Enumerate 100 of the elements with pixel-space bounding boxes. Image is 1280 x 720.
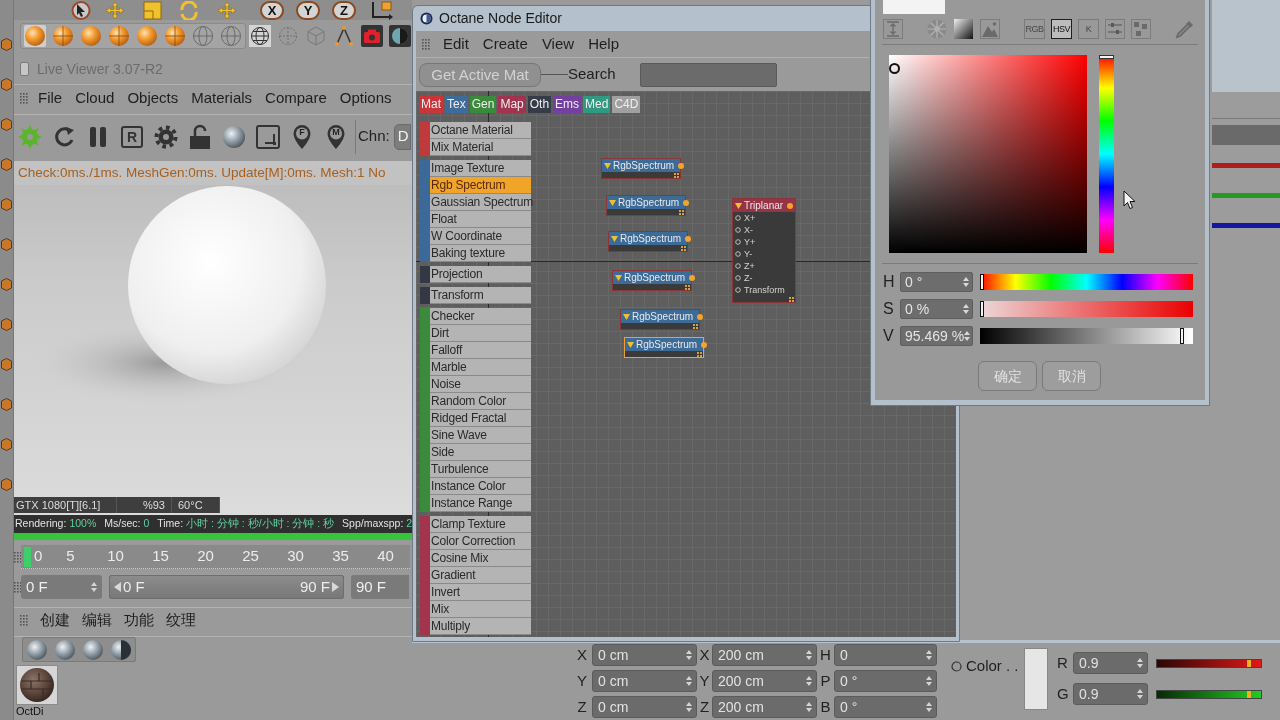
resize-grip-icon[interactable] [679, 209, 684, 215]
category-tab[interactable]: Gen [469, 96, 497, 113]
color-slider[interactable] [980, 301, 1193, 317]
output-port-icon[interactable] [701, 341, 708, 348]
frame-icon[interactable] [255, 123, 281, 150]
mode-tab[interactable]: RGB [1024, 19, 1045, 39]
number-field[interactable]: 0 cm [592, 644, 697, 666]
spinner-icon[interactable] [686, 702, 692, 712]
half-circle-icon[interactable] [389, 25, 411, 47]
node-card[interactable]: RgbSpectrum [620, 309, 700, 330]
node-list-item[interactable]: Sine Wave [430, 427, 531, 444]
collapse-triangle-icon[interactable] [623, 313, 630, 320]
frame-field[interactable]: 0 F [21, 575, 102, 599]
letter-button[interactable]: R [119, 123, 145, 150]
category-tab[interactable]: Mat [419, 96, 443, 113]
slider-thumb[interactable] [1247, 690, 1251, 698]
node-card[interactable]: RgbSpectrum [624, 337, 704, 358]
spinner-icon[interactable] [926, 702, 932, 712]
node-list-item[interactable]: Random Color [430, 393, 531, 410]
category-tab[interactable]: Oth [527, 96, 552, 113]
node-list-item[interactable]: Checker [430, 308, 531, 325]
playhead-marker[interactable] [24, 547, 31, 567]
hexagon-icon[interactable] [1, 78, 12, 91]
node-list-item[interactable]: Octane Material [430, 122, 531, 139]
number-field[interactable]: 200 cm [712, 670, 817, 692]
category-tab[interactable]: Map [498, 96, 526, 113]
spinner-icon[interactable] [963, 304, 969, 314]
spinner-icon[interactable] [1137, 658, 1143, 668]
number-field[interactable]: 0 cm [592, 670, 697, 692]
menu-item[interactable]: 纹理 [166, 609, 196, 632]
node-list-item[interactable]: Marble [430, 359, 531, 376]
eyedropper-icon[interactable] [1175, 19, 1195, 39]
color-slider[interactable] [980, 274, 1193, 290]
timeline-ruler[interactable]: 0 5 10 15 20 25 30 35 40 [21, 545, 410, 569]
node-list-item[interactable]: Falloff [430, 342, 531, 359]
hexagon-icon[interactable] [1, 358, 12, 371]
node-list-item[interactable]: Turbulence [430, 461, 531, 478]
swatches-icon[interactable] [1131, 19, 1151, 39]
hexagon-icon[interactable] [1, 158, 12, 171]
node-list-item[interactable]: Clamp Texture [430, 516, 531, 533]
hexagon-icon[interactable] [1, 278, 12, 291]
collapse-triangle-icon[interactable] [611, 235, 618, 242]
category-tab[interactable]: Tex [445, 96, 468, 113]
grip-icon[interactable] [20, 615, 28, 626]
node-card[interactable]: RgbSpectrum [606, 195, 686, 216]
app-logo-icon[interactable] [420, 12, 433, 25]
node-list-item[interactable]: Transform [430, 287, 531, 304]
resize-grip-icon[interactable] [681, 245, 686, 251]
node-list-item[interactable]: Gaussian Spectrum [430, 194, 531, 211]
sphere-icon[interactable] [26, 638, 48, 661]
number-field[interactable]: 0.9 [1073, 683, 1148, 705]
spinner-icon[interactable] [964, 331, 971, 341]
menu-item[interactable]: 编辑 [82, 609, 112, 632]
number-field[interactable]: 95.469 % [900, 326, 973, 346]
grip-icon[interactable] [14, 551, 22, 563]
gradient-icon[interactable] [954, 19, 973, 39]
collapse-triangle-icon[interactable] [627, 341, 634, 348]
grip-icon[interactable] [422, 38, 430, 50]
spinner-icon[interactable] [806, 702, 812, 712]
sphere-icon[interactable] [82, 638, 104, 661]
resize-grip-icon[interactable] [789, 296, 794, 302]
menu-item[interactable]: File [38, 87, 63, 110]
saturation-value-square[interactable] [889, 55, 1087, 253]
number-field[interactable]: 0 ° [900, 272, 973, 292]
vertical-arrow-icon[interactable] [883, 19, 903, 39]
search-field[interactable] [639, 62, 777, 87]
node-list-item[interactable]: Gradient [430, 567, 531, 584]
slider-track[interactable] [1212, 193, 1280, 198]
mode-tab[interactable]: HSV [1051, 19, 1072, 39]
axes-icon[interactable] [369, 0, 395, 20]
slider-thumb[interactable] [980, 274, 984, 290]
camera-icon[interactable] [361, 25, 383, 47]
spinner-icon[interactable] [1137, 689, 1143, 699]
axis-button[interactable]: Y [296, 0, 320, 20]
number-field[interactable]: 0.9 [1073, 652, 1148, 674]
number-field[interactable]: 0 ° [834, 696, 937, 718]
picker-marker[interactable] [889, 63, 900, 75]
collapse-triangle-icon[interactable] [615, 274, 622, 281]
triangle-icon[interactable] [333, 25, 355, 47]
node-card[interactable]: RgbSpectrum [612, 270, 692, 291]
channel-dropdown[interactable]: D [393, 123, 411, 150]
output-port-icon[interactable] [697, 313, 704, 320]
node-list-item[interactable]: Mix Material [430, 139, 531, 156]
hexagon-icon[interactable] [1, 398, 12, 411]
node-list-item[interactable]: Mix [430, 601, 531, 618]
node-list-item[interactable]: Projection [430, 266, 531, 283]
grip-icon[interactable] [20, 93, 28, 104]
range-slider[interactable]: 0 F 90 F [109, 575, 344, 599]
node-list-item[interactable]: Multiply [430, 618, 531, 635]
node-list-item[interactable]: Side [430, 444, 531, 461]
slider-thumb[interactable] [1247, 659, 1251, 667]
node-list-item[interactable]: Baking texture [430, 245, 531, 262]
menu-item[interactable]: Help [588, 32, 619, 56]
collapse-triangle-icon[interactable] [604, 162, 611, 169]
pin-button[interactable]: M [323, 123, 349, 150]
spinner-icon[interactable] [686, 650, 692, 660]
node-list-item[interactable]: Float [430, 211, 531, 228]
menu-item[interactable]: 创建 [40, 609, 70, 632]
number-field[interactable]: 200 cm [712, 644, 817, 666]
category-tab[interactable]: Med [583, 96, 611, 113]
